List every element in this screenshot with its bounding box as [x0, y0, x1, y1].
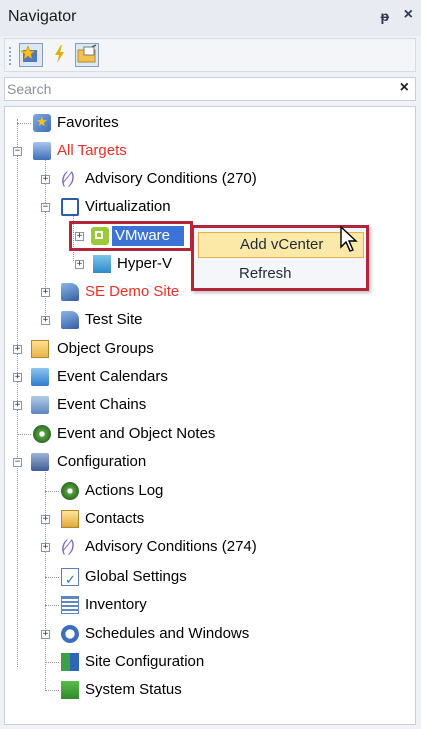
tree-item-label: Advisory Conditions (270)	[85, 170, 257, 187]
folder-note-icon	[77, 44, 97, 63]
tree-item-advisory-conditions[interactable]: + (⁄) Advisory Conditions (270)	[5, 167, 405, 191]
collapse-icon[interactable]: −	[13, 147, 22, 156]
tree-item-label: Global Settings	[85, 568, 187, 585]
tree-item-advisory-conditions-config[interactable]: + (⁄) Advisory Conditions (274)	[5, 535, 405, 559]
mouse-cursor-icon	[340, 225, 358, 252]
tree-item-label: All Targets	[57, 142, 127, 159]
tree-item-label: Schedules and Windows	[85, 625, 250, 642]
tree-item-label: Site Configuration	[85, 653, 205, 670]
configuration-icon	[31, 453, 49, 471]
inventory-icon	[61, 596, 79, 614]
site-icon	[61, 311, 79, 329]
lightning-icon	[55, 45, 64, 63]
tree-item-label: Inventory	[85, 596, 147, 613]
tree-item-site-configuration[interactable]: Site Configuration	[5, 650, 405, 674]
menu-item-refresh[interactable]: Refresh	[198, 261, 364, 287]
expand-icon[interactable]: +	[75, 232, 84, 241]
tree-item-label: Event Calendars	[57, 368, 168, 385]
tree-item-label: Contacts	[85, 510, 145, 527]
tree-item-event-chains[interactable]: + Event Chains	[5, 393, 405, 417]
actions-log-icon	[61, 482, 79, 500]
tree-item-label: System Status	[85, 681, 182, 698]
tree-item-label: Event and Object Notes	[57, 425, 216, 442]
monitor-icon	[61, 198, 79, 216]
expand-icon[interactable]: +	[41, 630, 50, 639]
tree-item-contacts[interactable]: + Contacts	[5, 507, 405, 531]
navigator-tree: Favorites − All Targets + (⁄) Advisory C…	[4, 106, 416, 725]
lightning-button[interactable]	[49, 43, 73, 67]
tree-item-schedules[interactable]: + Schedules and Windows	[5, 622, 405, 646]
search-box: ×	[4, 77, 416, 101]
tree-item-label: Actions Log	[85, 482, 164, 499]
tree-item-label: Configuration	[57, 453, 147, 470]
calendar-icon	[31, 368, 49, 386]
tree-item-all-targets[interactable]: − All Targets	[5, 139, 405, 163]
global-settings-icon	[61, 568, 79, 592]
tree-item-virtualization[interactable]: − Virtualization	[5, 195, 405, 219]
tree-item-se-demo-site[interactable]: + SE Demo Site	[5, 280, 205, 304]
object-groups-icon	[31, 340, 49, 358]
favorites-targets-button[interactable]	[19, 43, 43, 67]
tree-item-system-status[interactable]: System Status	[5, 678, 405, 702]
tree-item-label: Event Chains	[57, 396, 147, 413]
clear-icon[interactable]: ×	[400, 79, 409, 97]
tree-item-actions-log[interactable]: Actions Log	[5, 479, 405, 503]
menu-item-label: Refresh	[239, 265, 292, 282]
tree-item-label: Virtualization	[85, 198, 171, 215]
notes-icon	[33, 425, 51, 443]
expand-icon[interactable]: +	[41, 175, 50, 184]
advisory-icon: (⁄)	[61, 170, 75, 187]
collapse-icon[interactable]: −	[41, 203, 50, 212]
panel-title: Navigator	[8, 8, 77, 25]
tree-item-event-calendars[interactable]: + Event Calendars	[5, 365, 405, 389]
close-icon[interactable]: ×	[404, 6, 413, 24]
favorites-targets-icon	[20, 45, 37, 62]
expand-icon[interactable]: +	[13, 373, 22, 382]
expand-icon[interactable]: +	[75, 260, 84, 269]
toolbar	[4, 38, 416, 72]
tree-item-label: Test Site	[85, 311, 143, 328]
hyper-v-icon	[93, 255, 111, 273]
tree-item-event-notes[interactable]: Event and Object Notes	[5, 422, 405, 446]
navigator-panel: Navigator ᵽ × ×	[0, 0, 421, 729]
tree-item-global-settings[interactable]: Global Settings	[5, 565, 405, 592]
expand-icon[interactable]: +	[13, 345, 22, 354]
tree-item-configuration[interactable]: − Configuration	[5, 450, 405, 474]
contacts-icon	[61, 510, 79, 528]
chain-icon	[31, 396, 49, 414]
targets-icon	[33, 142, 51, 160]
expand-icon[interactable]: +	[13, 401, 22, 410]
tree-item-hyper-v[interactable]: + Hyper-V	[5, 252, 205, 276]
system-status-icon	[61, 681, 79, 699]
expand-icon[interactable]: +	[41, 515, 50, 524]
expand-icon[interactable]: +	[41, 316, 50, 325]
site-icon	[61, 283, 79, 301]
folder-note-button[interactable]	[75, 43, 99, 67]
pin-icon[interactable]: ᵽ	[380, 8, 389, 24]
advisory-icon: (⁄)	[61, 538, 75, 555]
schedule-icon	[61, 625, 79, 643]
tree-item-object-groups[interactable]: + Object Groups	[5, 337, 405, 361]
title-bar: Navigator ᵽ ×	[0, 0, 421, 36]
tree-item-label: Object Groups	[57, 340, 154, 357]
collapse-icon[interactable]: −	[13, 458, 22, 467]
tree-item-label: Advisory Conditions (274)	[85, 538, 257, 555]
tree-item-label: Favorites	[57, 114, 119, 131]
tree-item-vmware[interactable]: + VMware	[5, 224, 189, 248]
search-input[interactable]	[7, 79, 387, 99]
toolbar-grip[interactable]	[9, 47, 13, 65]
vmware-icon	[91, 227, 109, 245]
tree-item-label: Hyper-V	[117, 255, 173, 272]
tree-item-label: VMware	[115, 227, 171, 244]
expand-icon[interactable]: +	[41, 288, 50, 297]
favorites-icon	[33, 114, 51, 132]
tree-item-label: SE Demo Site	[85, 283, 180, 300]
tree-item-favorites[interactable]: Favorites	[5, 111, 405, 135]
expand-icon[interactable]: +	[41, 543, 50, 552]
menu-item-label: Add vCenter	[240, 236, 324, 253]
tree-item-inventory[interactable]: Inventory	[5, 593, 405, 617]
site-configuration-icon	[61, 653, 79, 671]
tree-item-test-site[interactable]: + Test Site	[5, 308, 405, 332]
